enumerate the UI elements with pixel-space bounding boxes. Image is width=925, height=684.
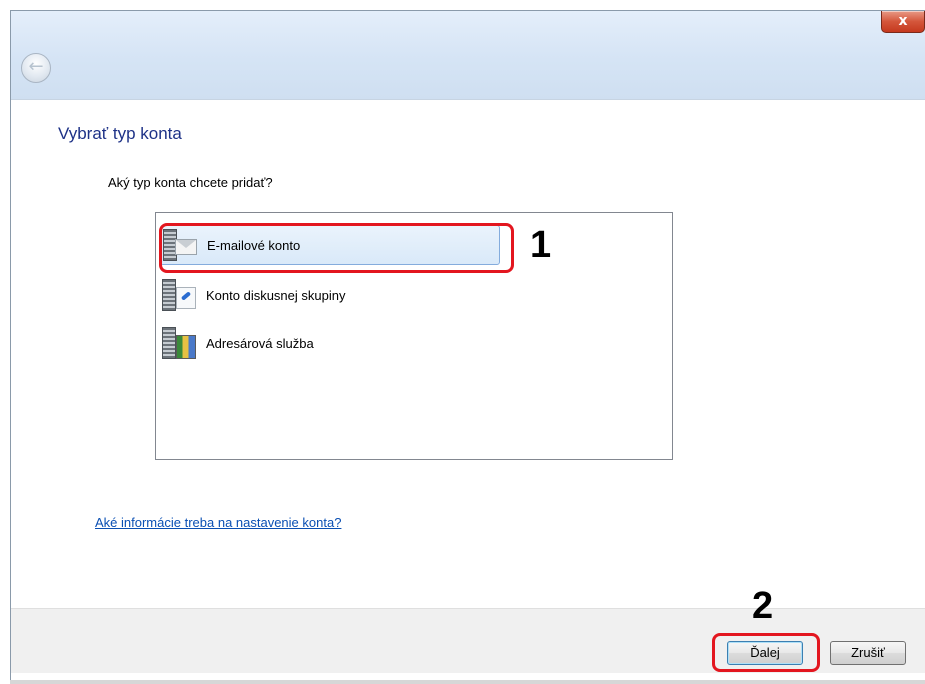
list-item-label: Adresárová služba — [206, 335, 314, 351]
back-button[interactable]: ← — [21, 53, 51, 83]
list-item-directory-service[interactable]: Adresárová služba — [160, 323, 500, 363]
back-arrow-icon: ← — [28, 56, 44, 77]
close-icon: x — [898, 13, 908, 29]
list-item-newsgroup-account[interactable]: Konto diskusnej skupiny — [160, 275, 500, 315]
close-button[interactable]: x — [881, 11, 925, 33]
step-1-highlight — [159, 223, 514, 273]
cancel-button[interactable]: Zrušiť — [830, 641, 906, 665]
step-1-marker: 1 — [530, 224, 552, 266]
account-setup-help-link[interactable]: Aké informácie treba na nastavenie konta… — [95, 515, 341, 530]
page-title: Vybrať typ konta — [58, 124, 182, 143]
list-item-label: Konto diskusnej skupiny — [206, 287, 346, 303]
question-label: Aký typ konta chcete pridať? — [108, 175, 273, 190]
newsgroup-server-icon — [160, 277, 198, 313]
window-bottom-border — [10, 680, 925, 684]
step-2-highlight — [712, 633, 820, 672]
step-2-marker: 2 — [752, 585, 774, 627]
directory-server-icon — [160, 325, 198, 361]
title-bar: x ← — [11, 11, 925, 100]
